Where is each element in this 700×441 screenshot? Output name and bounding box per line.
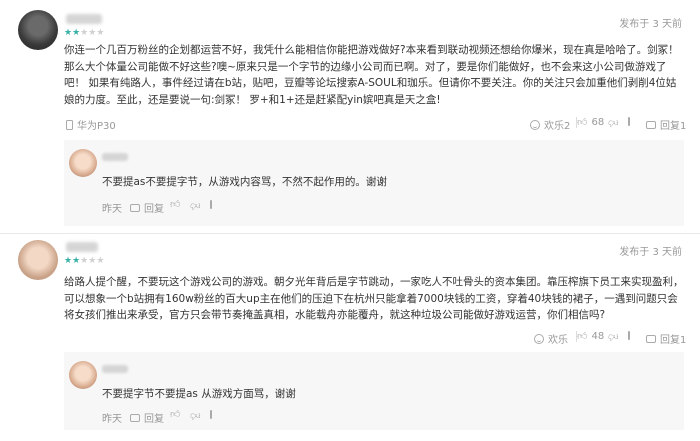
thumbs-up-icon: 👍︎ (170, 409, 181, 420)
exclamation-icon (210, 200, 212, 209)
emotion-button[interactable]: 欢乐2 (530, 117, 570, 132)
star-icon: ★ (64, 256, 73, 266)
star-icon: ★ (64, 28, 73, 38)
comment-icon (646, 334, 656, 343)
reply-button[interactable]: 回复1 (646, 331, 686, 346)
avatar[interactable] (18, 240, 58, 280)
thumbs-up-icon: 👍︎ (577, 116, 588, 128)
reply-count: 回复1 (660, 335, 687, 346)
reply-thread: 不要提字节不要提as 从游戏方面骂，谢谢 昨天 回复 👍︎ 👍︎ (64, 352, 684, 430)
dislike-button[interactable]: 👍︎ (608, 331, 619, 342)
thumbs-down-icon: 👍︎ (608, 117, 619, 128)
reply-report-button[interactable] (210, 200, 212, 209)
avatar[interactable] (18, 10, 58, 50)
username-blurred[interactable] (66, 14, 102, 24)
like-button[interactable]: 👍︎ 68 (577, 117, 604, 128)
reply-date: 昨天 (102, 204, 122, 215)
thumbs-up-icon: 👍︎ (577, 330, 588, 342)
reply-username-blurred[interactable] (102, 365, 128, 373)
reply-dislike-button[interactable]: 👍︎ (190, 200, 201, 211)
thumbs-down-icon: 👍︎ (190, 200, 201, 211)
reply-avatar[interactable] (69, 361, 97, 389)
like-count: 48 (591, 331, 605, 342)
dislike-button[interactable]: 👍︎ (608, 117, 619, 128)
reply-report-button[interactable] (210, 410, 212, 419)
smile-icon (530, 119, 540, 130)
thumbs-up-icon: 👍︎ (170, 199, 181, 210)
device-label: 华为P30 (66, 117, 116, 132)
reply-like-button[interactable]: 👍︎ (170, 200, 180, 210)
star-icon: ★ (72, 28, 81, 38)
reply-reply-button[interactable]: 回复 (130, 410, 164, 425)
reply-label: 回复 (144, 414, 164, 425)
review-text: 给路人提个醒，不要玩这个游戏公司的游戏。朝夕光年背后是字节跳动，一家吃人不吐骨头… (64, 276, 684, 321)
reply-button[interactable]: 回复1 (646, 117, 686, 132)
emotion-button[interactable]: 欢乐 (534, 331, 568, 346)
smile-icon (534, 333, 544, 344)
comment-icon (130, 413, 140, 422)
exclamation-icon (210, 410, 212, 419)
reply-text: 不要提字节不要提as 从游戏方面骂，谢谢 (102, 388, 296, 400)
thumbs-down-icon: 👍︎ (608, 331, 619, 342)
like-count: 68 (591, 117, 605, 128)
divider (0, 233, 700, 234)
comment-icon (130, 203, 140, 212)
reply-label: 回复 (144, 204, 164, 215)
reply-date: 昨天 (102, 414, 122, 425)
report-button[interactable] (628, 117, 630, 126)
phone-icon (66, 119, 73, 130)
emotion-label: 欢乐 (548, 335, 568, 346)
reply-thread: 不要提as不要提字节，从游戏内容骂，不然不起作用的。谢谢 昨天 回复 👍︎ 👍︎ (64, 140, 684, 226)
exclamation-icon (628, 331, 630, 340)
star-icon: ★ (96, 28, 105, 38)
post-date: 发布于 3 天前 (619, 19, 682, 30)
star-rating: ★★★★★ (64, 256, 104, 266)
report-button[interactable] (628, 331, 630, 340)
reply-avatar[interactable] (69, 149, 97, 177)
thumbs-down-icon: 👍︎ (190, 410, 201, 421)
username-blurred[interactable] (66, 242, 98, 252)
reply-count: 回复1 (660, 121, 687, 132)
star-rating: ★★★★★ (64, 28, 104, 38)
reply-username-blurred[interactable] (102, 153, 128, 161)
comment-icon (646, 120, 656, 129)
exclamation-icon (628, 117, 630, 126)
like-button[interactable]: 👍︎ 48 (577, 331, 604, 342)
device-name: 华为P30 (77, 121, 116, 132)
review-text: 你连一个几百万粉丝的企划都运营不好，我凭什么能相信你能把游戏做好?本来看到联动视… (64, 44, 679, 106)
star-icon: ★ (72, 256, 81, 266)
star-icon: ★ (96, 256, 105, 266)
reply-dislike-button[interactable]: 👍︎ (190, 410, 201, 421)
reply-text: 不要提as不要提字节，从游戏内容骂，不然不起作用的。谢谢 (102, 176, 387, 188)
post-date: 发布于 3 天前 (619, 247, 682, 258)
reply-like-button[interactable]: 👍︎ (170, 410, 180, 420)
reply-reply-button[interactable]: 回复 (130, 200, 164, 215)
emotion-label: 欢乐2 (544, 121, 571, 132)
